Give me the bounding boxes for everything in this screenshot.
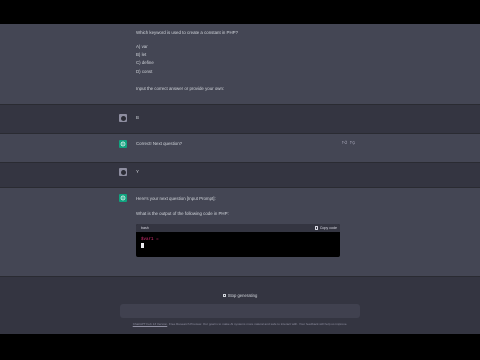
thumbs-down-icon[interactable]: 👎︎ — [350, 140, 355, 146]
assistant-avatar — [119, 140, 127, 148]
option-c: C) define — [136, 60, 154, 65]
user-avatar — [119, 168, 127, 176]
copy-code-label: Copy code — [319, 226, 337, 230]
option-a: A) var — [136, 44, 148, 49]
question-intro: Which keyword is used to create a consta… — [136, 30, 239, 35]
assistant-message — [0, 24, 480, 104]
user-message-text: B — [136, 115, 139, 120]
option-d: D) const — [136, 69, 153, 74]
stop-generating-button[interactable]: Stop generating — [212, 290, 268, 300]
user-message — [0, 105, 480, 133]
message-divider — [0, 276, 480, 277]
assistant-message-text: Correct! Next question? — [136, 141, 183, 146]
thumbs-up-icon[interactable]: 👍︎ — [342, 140, 347, 146]
assistant-message-line2: What is the output of the following code… — [136, 211, 229, 216]
openai-logo-icon — [120, 141, 126, 147]
question-instruction: Input the correct answer or provide your… — [136, 86, 225, 91]
user-avatar — [119, 114, 127, 122]
user-avatar-icon — [120, 169, 126, 175]
openai-logo-icon — [120, 195, 126, 201]
code-line: $var1 = — [141, 238, 159, 242]
assistant-avatar — [119, 194, 127, 202]
footer-text: . Free Research Preview. Our goal is to … — [167, 322, 348, 326]
footer-disclaimer: ChatGPT Feb 13 Version. Free Research Pr… — [0, 322, 480, 326]
stop-generating-label: Stop generating — [227, 292, 258, 298]
option-b: B) let — [136, 52, 147, 57]
text-cursor — [141, 243, 144, 248]
message-input[interactable] — [120, 304, 360, 318]
user-message-text: Y — [136, 169, 139, 174]
code-block: bash Copy code $var1 = — [136, 224, 340, 257]
user-avatar-icon — [120, 115, 126, 121]
copy-code-button[interactable]: Copy code — [315, 226, 337, 230]
clipboard-icon — [315, 226, 319, 230]
code-block-header: bash Copy code — [136, 224, 340, 232]
code-language: bash — [141, 226, 149, 230]
stop-square-icon — [222, 293, 226, 297]
version-link[interactable]: ChatGPT Feb 13 Version — [133, 322, 168, 326]
assistant-message — [0, 134, 480, 162]
assistant-message-line1: Here's your next question [Input Prompt]… — [136, 196, 216, 201]
code-content: $var1 = — [136, 232, 340, 255]
user-message — [0, 163, 480, 187]
chat-window: Which keyword is used to create a consta… — [0, 24, 480, 334]
